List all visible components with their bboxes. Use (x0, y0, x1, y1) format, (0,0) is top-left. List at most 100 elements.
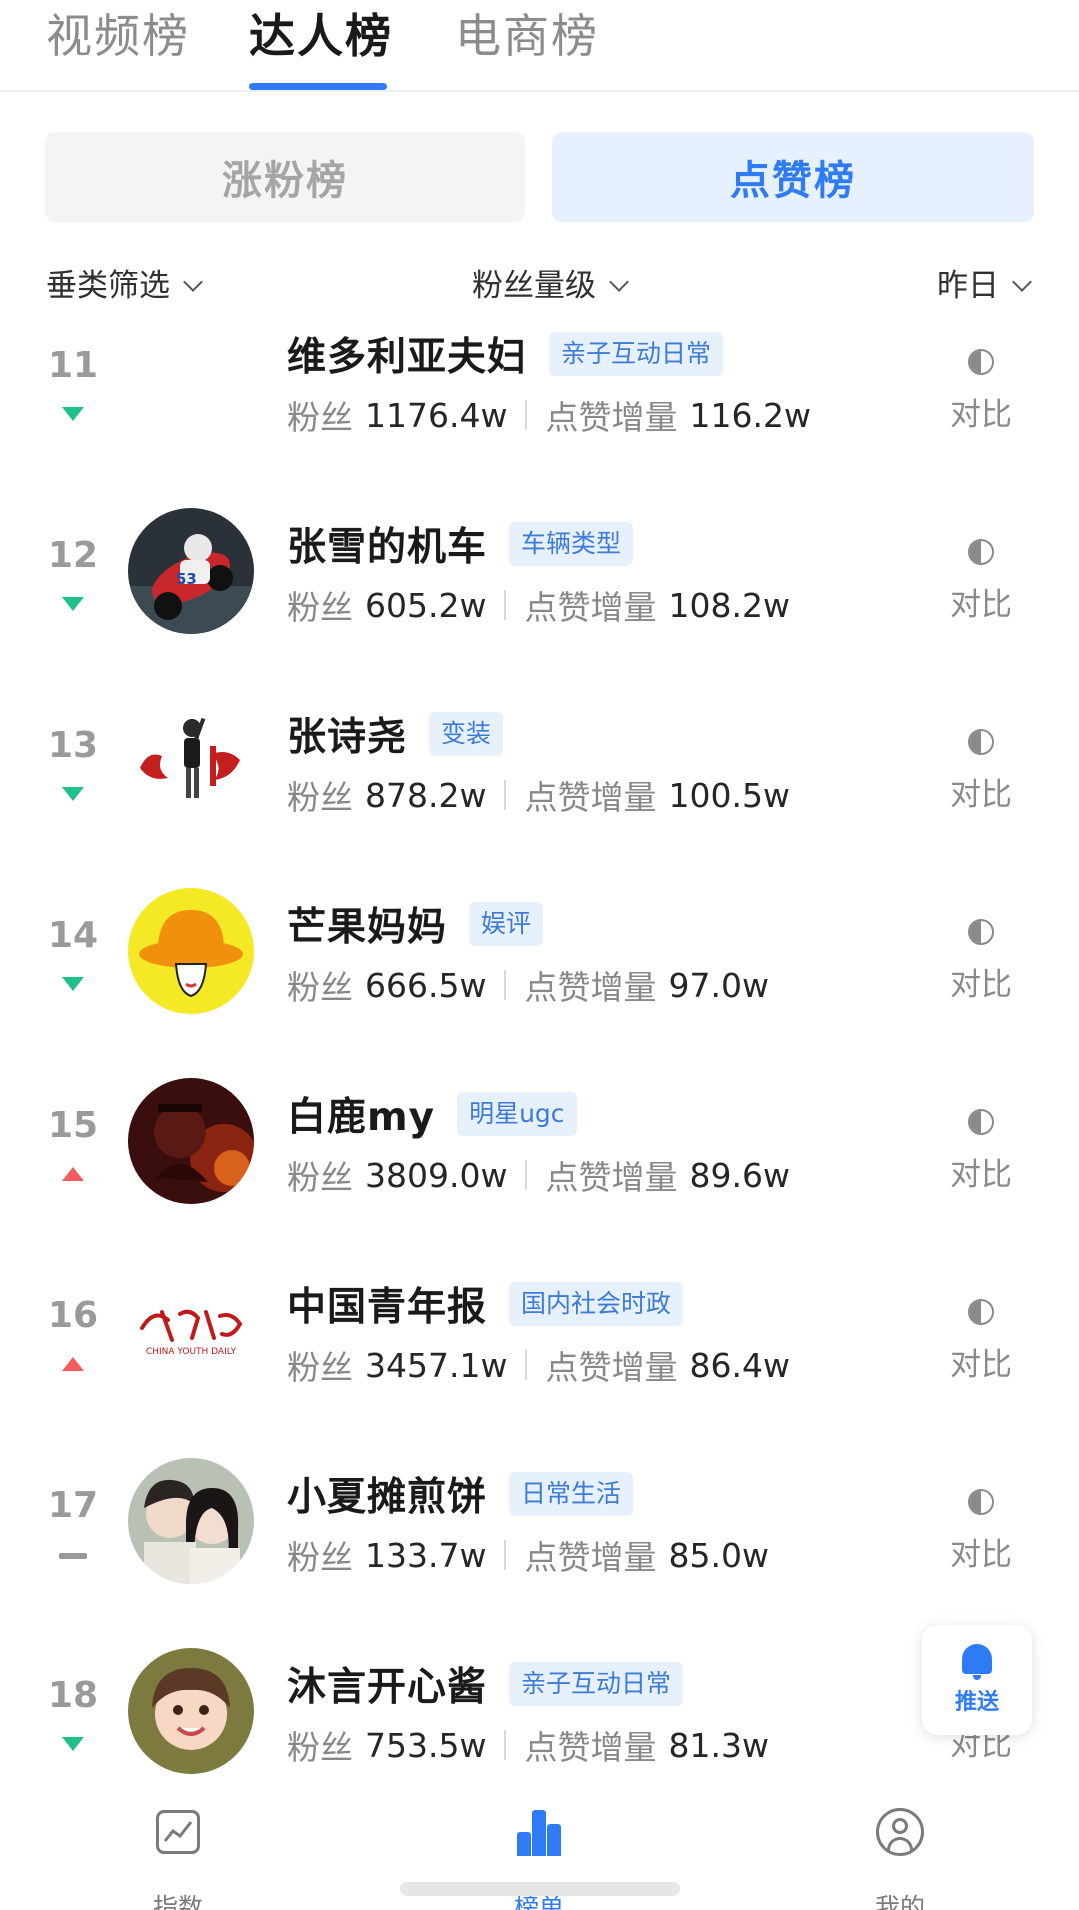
fans-label: 粉丝 (287, 1728, 353, 1767)
divider (525, 400, 528, 430)
avatar[interactable] (128, 1078, 254, 1204)
rank-number: 13 (47, 725, 99, 766)
list-item[interactable]: 11 维多利亚夫妇 亲子互动日常 粉丝 1176.4w 点赞增量 116.2w … (0, 325, 1079, 515)
list-item[interactable]: 12 53 张雪的机车 车辆类型 粉丝 605.2w 点赞增量 108.2w 对… (0, 508, 1079, 705)
user-icon (876, 1808, 924, 1856)
push-button[interactable]: 推送 (922, 1625, 1032, 1735)
divider (504, 1540, 507, 1570)
creator-name: 白鹿my (287, 1095, 436, 1140)
avatar[interactable] (128, 888, 254, 1014)
logo-subtitle: CHINA YOUTH DAILY (146, 1347, 237, 1357)
nav-mine-label: 我的 (874, 1893, 925, 1910)
creator-name: 维多利亚夫妇 (287, 335, 528, 380)
segment-likes[interactable]: 点赞榜 (552, 132, 1034, 222)
tab-creator-rank[interactable]: 达人榜 (249, 6, 393, 66)
fans-label: 粉丝 (287, 1348, 353, 1387)
chart-icon (156, 1810, 200, 1854)
list-item[interactable]: 15 白鹿my 明星ugc 粉丝 3809.0w 点赞增量 89.6w 对比 (0, 1078, 1079, 1275)
fans-value: 666.5w (365, 965, 487, 1005)
divider (504, 780, 507, 810)
fans-label: 粉丝 (287, 968, 353, 1007)
likes-value: 89.6w (689, 1155, 790, 1195)
tab-ecommerce-rank[interactable]: 电商榜 (455, 6, 599, 66)
avatar[interactable] (128, 1458, 254, 1584)
category-tag: 变装 (429, 712, 504, 756)
fans-value: 878.2w (365, 775, 487, 815)
category-filter-label: 垂类筛选 (46, 268, 170, 304)
list-item[interactable]: 16 CHINA YOUTH DAILY 中国青年报 国内社会时政 粉丝 345… (0, 1268, 1079, 1465)
trend-down-icon (62, 787, 84, 801)
tab-video-rank[interactable]: 视频榜 (46, 6, 190, 66)
compare-icon[interactable] (968, 1109, 994, 1135)
rank-number: 16 (47, 1295, 99, 1336)
compare-icon[interactable] (968, 729, 994, 755)
compare-button[interactable]: 对比 (948, 1149, 1014, 1194)
divider (504, 970, 507, 1000)
list-item[interactable]: 17 小夏摊煎饼 日常生活 粉丝 133.7w 点赞增量 85.0w 对比 (0, 1458, 1079, 1655)
divider (525, 1160, 528, 1190)
compare-button[interactable]: 对比 (948, 769, 1014, 814)
trend-down-icon (62, 977, 84, 991)
compare-icon[interactable] (968, 1489, 994, 1515)
chevron-down-icon (609, 272, 629, 292)
trend-up-icon (62, 1357, 84, 1371)
divider (525, 1350, 528, 1380)
fans-level-filter-label: 粉丝量级 (472, 268, 596, 304)
rank-number: 15 (47, 1105, 99, 1146)
category-tag: 日常生活 (509, 1472, 634, 1516)
push-label: 推送 (954, 1690, 999, 1715)
trend-down-icon (62, 597, 84, 611)
avatar[interactable]: 53 (128, 508, 254, 634)
avatar[interactable] (128, 1648, 254, 1774)
rank-number: 11 (47, 345, 99, 386)
creator-name: 中国青年报 (287, 1285, 488, 1330)
likes-label: 点赞增量 (524, 968, 657, 1007)
creator-name: 张诗尧 (287, 715, 408, 760)
list-item[interactable]: 14 芒果妈妈 娱评 粉丝 666.5w 点赞增量 97.0w 对比 (0, 888, 1079, 1085)
category-filter[interactable]: 垂类筛选 (46, 264, 203, 308)
segment-fans-growth[interactable]: 涨粉榜 (45, 132, 525, 222)
compare-button[interactable]: 对比 (948, 389, 1014, 434)
fans-value: 133.7w (365, 1535, 487, 1575)
fans-value: 605.2w (365, 585, 487, 625)
rank-number: 12 (47, 535, 99, 576)
creator-name: 沐言开心酱 (287, 1665, 488, 1710)
compare-icon[interactable] (968, 349, 994, 375)
fans-label: 粉丝 (287, 398, 353, 437)
likes-label: 点赞增量 (524, 1538, 657, 1577)
fans-value: 3457.1w (365, 1345, 508, 1385)
date-filter-label: 昨日 (937, 268, 999, 304)
blurred-overlay-bar (400, 1882, 680, 1896)
active-tab-indicator (249, 83, 387, 90)
date-filter[interactable]: 昨日 (937, 264, 1032, 308)
divider (504, 1730, 507, 1760)
trend-down-icon (62, 407, 84, 421)
compare-button[interactable]: 对比 (948, 1339, 1014, 1384)
avatar[interactable] (128, 698, 254, 824)
chevron-down-icon (1012, 272, 1032, 292)
compare-button[interactable]: 对比 (948, 579, 1014, 624)
fans-level-filter[interactable]: 粉丝量级 (472, 264, 629, 308)
compare-icon[interactable] (968, 539, 994, 565)
likes-label: 点赞增量 (524, 1728, 657, 1767)
rank-number: 14 (47, 915, 99, 956)
compare-button[interactable]: 对比 (948, 959, 1014, 1004)
nav-index-label: 指数 (152, 1893, 203, 1910)
trend-up-icon (62, 1167, 84, 1181)
fans-label: 粉丝 (287, 1538, 353, 1577)
rank-number: 18 (47, 1675, 99, 1716)
likes-value: 86.4w (689, 1345, 790, 1385)
compare-icon[interactable] (968, 919, 994, 945)
fans-label: 粉丝 (287, 778, 353, 817)
compare-button[interactable]: 对比 (948, 1529, 1014, 1574)
divider (504, 590, 507, 620)
likes-label: 点赞增量 (545, 398, 678, 437)
likes-value: 108.2w (668, 585, 790, 625)
likes-value: 85.0w (668, 1535, 769, 1575)
list-item[interactable]: 13 张诗尧 变装 粉丝 878.2w 点赞增量 100.5w 对比 (0, 698, 1079, 895)
compare-icon[interactable] (968, 1299, 994, 1325)
category-tag: 车辆类型 (509, 522, 634, 566)
category-tag: 娱评 (469, 902, 544, 946)
avatar[interactable]: CHINA YOUTH DAILY (128, 1268, 254, 1394)
likes-value: 100.5w (668, 775, 790, 815)
